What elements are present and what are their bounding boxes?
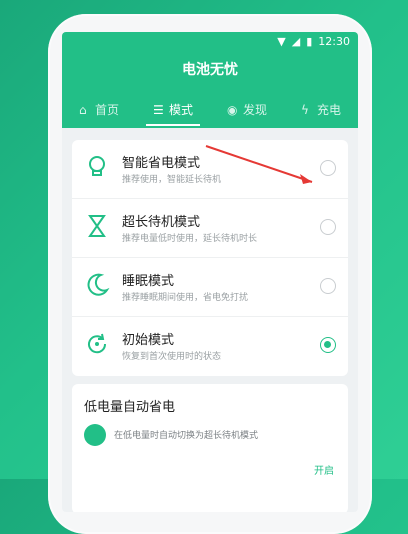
low-battery-title: 低电量自动省电 — [84, 400, 176, 415]
mode-item-standby[interactable]: 超长待机模式 推荐电量低时使用，延长待机时长 — [72, 199, 348, 258]
bolt-icon — [84, 424, 106, 446]
tab-discover[interactable]: ◉ 发现 — [210, 94, 284, 124]
radio-button[interactable] — [320, 219, 336, 235]
app-title: 电池无忧 — [182, 62, 238, 78]
mode-name: 睡眠模式 — [122, 274, 175, 289]
app-bar: ▼ ◢ ▮ 12:30 电池无忧 ⌂ 首页 ☰ 模式 ◉ 发现 ϟ 充电 — [62, 32, 358, 128]
mode-list: 智能省电模式 推荐使用，智能延长待机 超长待机模式 推荐电量低时使用，延长待机时… — [72, 140, 348, 376]
status-time: 12:30 — [318, 35, 350, 48]
signal-icon: ◢ — [291, 35, 301, 48]
eye-icon: ◉ — [226, 103, 238, 117]
tab-label: 首页 — [94, 102, 119, 117]
low-battery-card: 低电量自动省电 在低电量时自动切换为超长待机模式 开启 — [72, 384, 348, 512]
mode-desc: 恢复到首次使用时的状态 — [122, 352, 222, 362]
radio-button[interactable] — [320, 278, 336, 294]
mode-item-smart[interactable]: 智能省电模式 推荐使用，智能延长待机 — [72, 140, 348, 199]
hourglass-icon — [88, 215, 106, 237]
mode-desc: 推荐使用，智能延长待机 — [122, 175, 222, 185]
home-icon: ⌂ — [78, 103, 87, 117]
tab-charge[interactable]: ϟ 充电 — [284, 94, 358, 124]
tab-home[interactable]: ⌂ 首页 — [62, 94, 136, 124]
mode-name: 超长待机模式 — [122, 215, 201, 230]
mode-name: 智能省电模式 — [122, 156, 201, 171]
enable-toggle[interactable]: 开启 — [314, 462, 334, 477]
wifi-icon: ▼ — [277, 35, 286, 48]
tab-label: 模式 — [168, 102, 193, 117]
tab-label: 发现 — [242, 102, 267, 117]
bolt-icon: ϟ — [300, 103, 309, 117]
sliders-icon: ☰ — [152, 103, 164, 117]
tab-bar: ⌂ 首页 ☰ 模式 ◉ 发现 ϟ 充电 — [62, 94, 358, 126]
low-battery-desc: 在低电量时自动切换为超长待机模式 — [114, 431, 259, 441]
phone-frame: ▼ ◢ ▮ 12:30 电池无忧 ⌂ 首页 ☰ 模式 ◉ 发现 ϟ 充电 智能省… — [48, 14, 372, 534]
radio-button-selected[interactable] — [320, 337, 336, 353]
battery-icon: ▮ — [306, 35, 313, 48]
mode-item-initial[interactable]: 初始模式 恢复到首次使用时的状态 — [72, 317, 348, 375]
status-bar: ▼ ◢ ▮ 12:30 — [277, 35, 350, 48]
phone-screen: ▼ ◢ ▮ 12:30 电池无忧 ⌂ 首页 ☰ 模式 ◉ 发现 ϟ 充电 智能省… — [62, 32, 358, 512]
tab-mode[interactable]: ☰ 模式 — [136, 94, 210, 126]
radio-button[interactable] — [320, 160, 336, 176]
mode-name: 初始模式 — [122, 333, 175, 348]
tab-label: 充电 — [316, 102, 341, 117]
reset-icon — [88, 333, 107, 354]
mode-desc: 推荐睡眠期间使用，省电免打扰 — [122, 293, 249, 303]
mode-item-sleep[interactable]: 睡眠模式 推荐睡眠期间使用，省电免打扰 — [72, 258, 348, 317]
lightbulb-icon — [89, 156, 105, 176]
mode-desc: 推荐电量低时使用，延长待机时长 — [122, 234, 258, 244]
moon-icon — [87, 273, 110, 296]
